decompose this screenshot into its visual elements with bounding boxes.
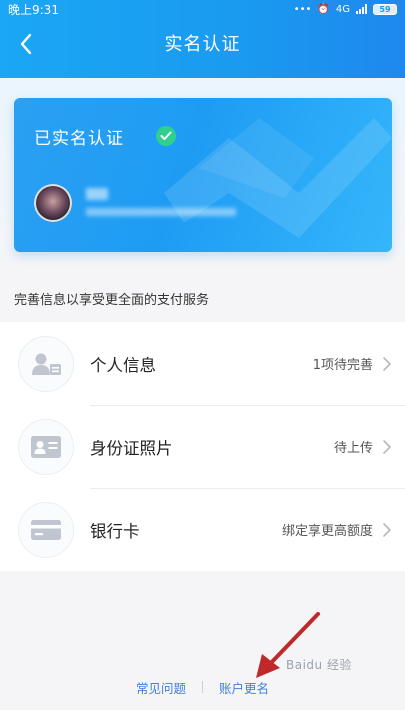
battery-level: 59 bbox=[379, 4, 391, 14]
page-title: 实名认证 bbox=[164, 34, 241, 55]
checkmark-watermark-icon bbox=[164, 118, 392, 238]
item-label: 身份证照片 bbox=[90, 438, 173, 458]
baidu-watermark: Baidu 经验 bbox=[286, 658, 352, 672]
item-status: 待上传 bbox=[333, 441, 373, 456]
check-icon bbox=[156, 126, 176, 146]
nav-bar: 实名认证 bbox=[0, 18, 405, 78]
network-label: 4G bbox=[335, 3, 350, 15]
checkmark-glyph bbox=[160, 131, 172, 140]
item-status: 绑定享更高额度 bbox=[281, 524, 373, 539]
list-item-id-photo[interactable]: 身份证照片 待上传 bbox=[0, 405, 405, 488]
blurred-name bbox=[86, 188, 108, 200]
card-title: 已实名认证 bbox=[34, 129, 124, 149]
battery-icon: 59 bbox=[373, 3, 397, 15]
id-card-glyph bbox=[31, 435, 61, 458]
chevron-right-icon bbox=[383, 522, 391, 537]
avatar bbox=[34, 184, 72, 222]
verification-list: 个人信息 1项待完善 身份证照片 待上传 银行卡 绑定享更高额度 bbox=[0, 322, 405, 571]
chevron-right-icon bbox=[383, 439, 391, 454]
item-status: 1项待完善 bbox=[312, 358, 373, 373]
list-item-personal-info[interactable]: 个人信息 1项待完善 bbox=[0, 322, 405, 405]
dots-icon: ••• bbox=[293, 3, 312, 15]
id-card-icon bbox=[18, 418, 74, 475]
person-card-glyph bbox=[32, 353, 61, 375]
account-rename-link[interactable]: 账户更名 bbox=[219, 678, 269, 697]
item-label: 银行卡 bbox=[90, 521, 140, 541]
back-button[interactable] bbox=[8, 26, 44, 62]
section-tip: 完善信息以享受更全面的支付服务 bbox=[14, 293, 210, 308]
alarm-icon: ⏰ bbox=[317, 3, 330, 15]
status-time: 晚上9:31 bbox=[8, 2, 59, 17]
blurred-account bbox=[86, 208, 236, 216]
list-item-bank-card[interactable]: 银行卡 绑定享更高额度 bbox=[0, 488, 405, 571]
footer-links: 常见问题 账户更名 bbox=[0, 676, 405, 698]
bank-card-icon bbox=[18, 501, 74, 558]
bank-card-glyph bbox=[31, 519, 61, 540]
header: 晚上9:31 ••• ⏰ 4G 59 实名认证 bbox=[0, 0, 405, 78]
status-icons: ••• ⏰ 4G 59 bbox=[293, 3, 397, 15]
chevron-right-icon bbox=[383, 356, 391, 371]
verified-card: 已实名认证 bbox=[14, 98, 392, 252]
signal-icon bbox=[356, 4, 367, 14]
faq-link[interactable]: 常见问题 bbox=[136, 678, 186, 697]
footer-divider bbox=[202, 681, 203, 693]
chevron-left-icon bbox=[20, 33, 32, 55]
person-card-icon bbox=[18, 335, 74, 392]
item-label: 个人信息 bbox=[90, 355, 156, 375]
status-bar: 晚上9:31 ••• ⏰ 4G 59 bbox=[0, 0, 405, 18]
